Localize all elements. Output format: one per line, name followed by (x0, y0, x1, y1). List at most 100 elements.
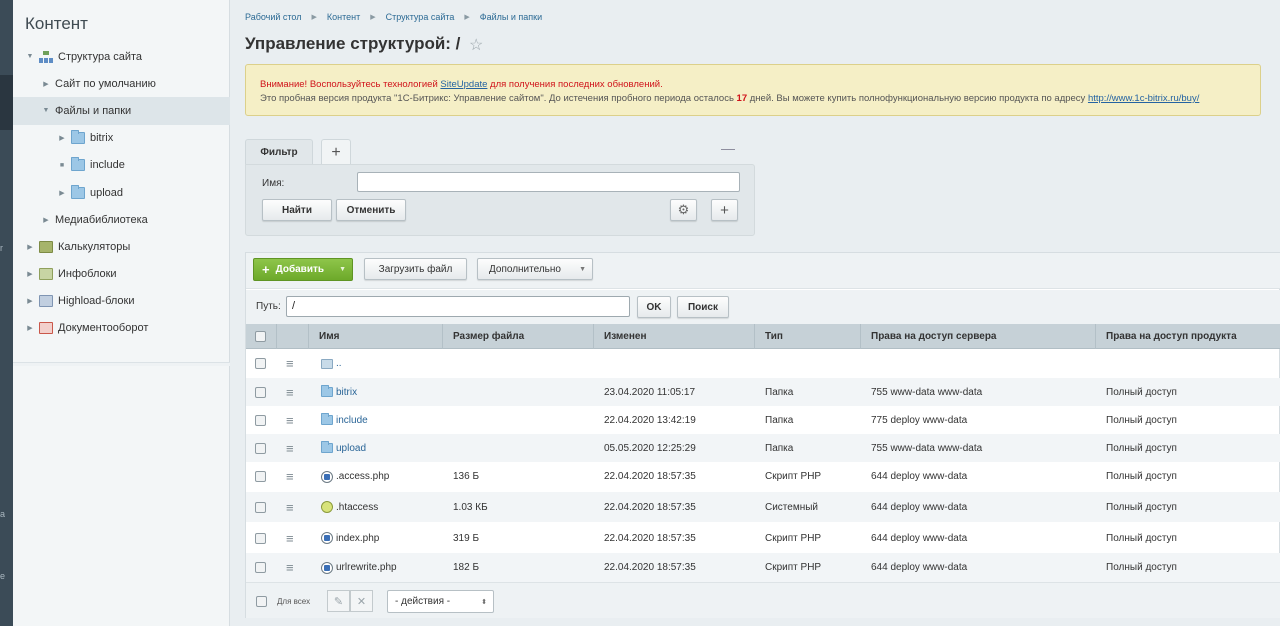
file-size-cell (443, 378, 594, 406)
collapsed-arrow-icon[interactable]: ▶ (41, 80, 51, 88)
collapsed-arrow-icon[interactable]: ▶ (25, 243, 35, 251)
path-ok-button[interactable]: OK (637, 296, 671, 318)
product-rights-cell: Полный доступ (1096, 434, 1280, 462)
gear-icon[interactable]: ⚙ (670, 199, 697, 221)
system-file-icon (321, 501, 333, 513)
row-menu-icon[interactable]: ≡ (286, 469, 294, 484)
add-button[interactable]: + Добавить ▼ (253, 258, 353, 281)
file-type: Папка (765, 414, 794, 426)
more-actions-button[interactable]: Дополнительно ▼ (477, 258, 593, 280)
column-header-modified[interactable]: Изменен (594, 324, 755, 349)
file-name-link[interactable]: bitrix (336, 387, 357, 398)
row-menu-icon[interactable]: ≡ (286, 500, 294, 515)
row-menu-icon[interactable]: ≡ (286, 441, 294, 456)
warning-text-suffix: для получения последних обновлений. (487, 79, 663, 90)
actions-select[interactable]: - действия - ⬍ (387, 590, 494, 613)
table-row[interactable]: ≡ .htaccess 1.03 КБ 22.04.2020 18:57:35 Сист… (246, 492, 1280, 522)
table-row[interactable]: ≡ include 22.04.2020 13:42:19 Папка 775 depl… (246, 406, 1280, 434)
row-checkbox[interactable] (255, 386, 266, 398)
file-name-link[interactable]: .htaccess (336, 502, 378, 513)
admin-panel-active-section[interactable] (0, 75, 13, 130)
add-filter-tab-button[interactable]: + (321, 139, 351, 165)
row-menu-icon[interactable]: ≡ (286, 356, 294, 371)
find-button[interactable]: Найти (262, 199, 332, 221)
column-header-type[interactable]: Тип (755, 324, 861, 349)
select-all-checkbox[interactable] (255, 331, 266, 342)
row-menu-icon[interactable]: ≡ (286, 385, 294, 400)
breadcrumb-link[interactable]: Рабочий стол (245, 12, 302, 23)
filter-name-input[interactable] (357, 172, 740, 192)
siteupdate-link[interactable]: SiteUpdate (440, 79, 487, 90)
row-checkbox[interactable] (255, 532, 266, 544)
file-size: 319 Б (453, 532, 480, 544)
column-header-product-rights[interactable]: Права на доступ продукта (1096, 324, 1280, 349)
table-row[interactable]: ≡ upload 05.05.2020 12:25:29 Папка 755 www-d… (246, 434, 1280, 462)
for-all-checkbox[interactable] (256, 596, 267, 607)
sidebar-item[interactable]: ▼ Файлы и папки (13, 97, 230, 125)
expanded-arrow-icon[interactable]: ▼ (25, 53, 35, 60)
delete-icon[interactable]: ✕ (350, 590, 373, 612)
add-filter-field-button[interactable]: + (711, 199, 738, 221)
cancel-button[interactable]: Отменить (336, 199, 406, 221)
breadcrumb-link[interactable]: Контент (327, 12, 360, 23)
path-search-button[interactable]: Поиск (677, 296, 729, 318)
collapsed-arrow-icon[interactable]: ▶ (25, 324, 35, 332)
file-size: 1.03 КБ (453, 501, 488, 513)
php-file-icon (321, 561, 333, 574)
path-input[interactable]: / (286, 296, 630, 317)
collapsed-arrow-icon[interactable]: ▶ (25, 270, 35, 278)
sidebar-item[interactable]: ▶ Highload-блоки (13, 288, 230, 315)
breadcrumb-link[interactable]: Структура сайта (386, 12, 455, 23)
file-name-link[interactable]: upload (336, 443, 366, 454)
file-name-cell: urlrewrite.php (309, 553, 443, 582)
file-name-link[interactable]: .access.php (336, 471, 389, 482)
sidebar-item[interactable]: ▶ Документооборот (13, 315, 230, 342)
buy-link[interactable]: http://www.1c-bitrix.ru/buy/ (1088, 93, 1199, 104)
expanded-arrow-icon[interactable]: ▼ (41, 107, 51, 114)
breadcrumb-link[interactable]: Файлы и папки (480, 12, 542, 23)
filter-minimize-icon[interactable]: — (721, 140, 735, 156)
row-checkbox[interactable] (255, 414, 266, 426)
sidebar-item[interactable]: ▶ Медиабиблиотека (13, 206, 230, 233)
file-name-link[interactable]: .. (336, 358, 342, 369)
sidebar-item[interactable]: ▶ Сайт по умолчанию (13, 70, 230, 97)
sidebar-item-label: bitrix (90, 132, 114, 145)
sidebar-item[interactable]: ▶ bitrix (13, 125, 230, 152)
edit-icon[interactable]: ✎ (327, 590, 350, 612)
admin-panel-strip: r a e (0, 0, 13, 626)
collapsed-arrow-icon[interactable]: ▶ (57, 189, 67, 197)
upload-file-button[interactable]: Загрузить файл (364, 258, 467, 280)
tab-filter[interactable]: Фильтр (245, 139, 313, 165)
file-name-link[interactable]: include (336, 415, 368, 426)
sidebar-item[interactable]: ▶ Калькуляторы (13, 233, 230, 260)
collapsed-arrow-icon[interactable]: ▶ (57, 134, 67, 142)
file-name-link[interactable]: index.php (336, 533, 379, 544)
table-row[interactable]: ≡ .access.php 136 Б 22.04.2020 18:57:35 Скри… (246, 462, 1280, 491)
sidebar-item[interactable]: ▼ Структура сайта (13, 43, 230, 70)
column-header-server-rights[interactable]: Права на доступ сервера (861, 324, 1096, 349)
table-row[interactable]: ≡ index.php 319 Б 22.04.2020 18:57:35 Скрипт… (246, 523, 1280, 553)
for-all-label: Для всех (277, 597, 311, 606)
column-header-name[interactable]: Имя (309, 324, 443, 349)
row-menu-icon[interactable]: ≡ (286, 531, 294, 546)
row-menu-icon[interactable]: ≡ (286, 560, 294, 575)
row-checkbox[interactable] (255, 501, 266, 513)
table-row[interactable]: ≡ urlrewrite.php 182 Б 22.04.2020 18:57:35 С… (246, 553, 1280, 582)
favorite-star-icon[interactable]: ☆ (469, 35, 483, 55)
row-checkbox[interactable] (255, 358, 266, 369)
row-menu-icon[interactable]: ≡ (286, 413, 294, 428)
column-header-size[interactable]: Размер файла (443, 324, 594, 349)
collapsed-arrow-icon[interactable]: ▶ (25, 297, 35, 305)
table-row[interactable]: ≡.. (246, 350, 1280, 377)
table-row[interactable]: ≡ bitrix 23.04.2020 11:05:17 Папка 755 www-d… (246, 378, 1280, 406)
sidebar-item[interactable]: ■ include (13, 152, 230, 179)
sidebar-item[interactable]: ▶ upload (13, 179, 230, 206)
row-checkbox[interactable] (255, 442, 266, 454)
row-checkbox[interactable] (255, 562, 266, 573)
file-name-link[interactable]: urlrewrite.php (336, 562, 397, 573)
collapsed-arrow-icon[interactable]: ■ (57, 162, 67, 169)
row-menu-cell: ≡ (277, 462, 309, 491)
collapsed-arrow-icon[interactable]: ▶ (41, 216, 51, 224)
sidebar-item[interactable]: ▶ Инфоблоки (13, 261, 230, 288)
row-checkbox[interactable] (255, 471, 266, 482)
